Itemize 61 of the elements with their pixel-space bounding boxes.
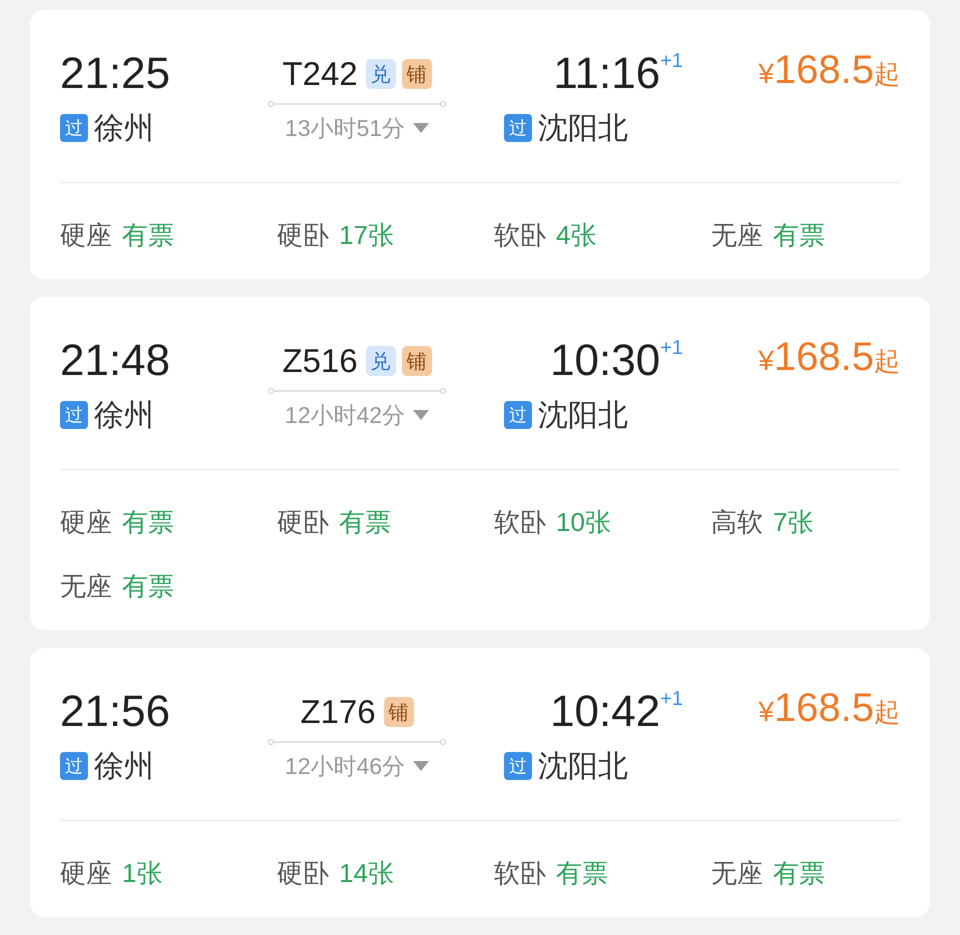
pass-through-tag: 过 bbox=[60, 114, 88, 142]
pass-through-tag: 过 bbox=[60, 401, 88, 429]
seat-class: 硬卧 bbox=[277, 506, 329, 539]
seat-availability: 17张 bbox=[339, 219, 394, 252]
arrival-station: 沈阳北 bbox=[538, 748, 628, 784]
seat-class: 无座 bbox=[711, 219, 763, 252]
departure-station: 徐州 bbox=[94, 748, 154, 784]
train-badge: 兑 bbox=[366, 346, 396, 376]
pass-through-tag: 过 bbox=[504, 401, 532, 429]
arrival-time: 11:16 bbox=[553, 48, 660, 100]
seat-availability: 有票 bbox=[773, 857, 825, 890]
seat-availability: 1张 bbox=[122, 857, 162, 890]
departure-station: 徐州 bbox=[94, 110, 154, 146]
seat-availability: 有票 bbox=[122, 506, 174, 539]
seat-availability: 有票 bbox=[339, 506, 391, 539]
train-badge: 铺 bbox=[384, 697, 414, 727]
caret-icon bbox=[413, 410, 430, 420]
seat-availability: 10张 bbox=[556, 506, 611, 539]
arrival-station: 沈阳北 bbox=[538, 110, 628, 146]
train-badge: 铺 bbox=[402, 59, 432, 89]
departure-time: 21:48 bbox=[60, 335, 172, 387]
seat-class: 硬卧 bbox=[277, 219, 329, 252]
price: ¥168.5起 bbox=[758, 335, 900, 381]
seat-availability: 有票 bbox=[122, 219, 174, 252]
seat-availability: 有票 bbox=[556, 857, 608, 890]
departure-station: 徐州 bbox=[94, 398, 154, 434]
departure-time: 21:25 bbox=[60, 48, 172, 100]
seat-class: 无座 bbox=[60, 570, 112, 603]
next-day-mark: +1 bbox=[660, 687, 683, 712]
caret-icon bbox=[413, 761, 430, 771]
seat-availability: 4张 bbox=[556, 219, 596, 252]
pass-through-tag: 过 bbox=[504, 114, 532, 142]
arrival-station: 沈阳北 bbox=[538, 398, 628, 434]
seat-class: 软卧 bbox=[494, 219, 546, 252]
train-number: T242 bbox=[282, 55, 358, 93]
pass-through-tag: 过 bbox=[504, 752, 532, 780]
train-badge: 兑 bbox=[366, 59, 396, 89]
seat-availability: 7张 bbox=[773, 506, 814, 539]
caret-icon bbox=[413, 123, 430, 133]
train-number: Z516 bbox=[282, 342, 358, 380]
seat-class: 软卧 bbox=[494, 857, 546, 890]
seat-class: 无座 bbox=[711, 857, 763, 890]
next-day-mark: +1 bbox=[660, 49, 683, 74]
price: ¥168.5起 bbox=[758, 48, 900, 94]
seat-class: 高软 bbox=[711, 506, 763, 539]
next-day-mark: +1 bbox=[660, 336, 683, 361]
seat-class: 硬座 bbox=[60, 219, 112, 252]
train-badge: 铺 bbox=[402, 346, 432, 376]
price: ¥168.5起 bbox=[758, 686, 900, 732]
departure-time: 21:56 bbox=[60, 686, 172, 738]
seat-availability: 有票 bbox=[773, 219, 825, 252]
seat-class: 硬座 bbox=[60, 857, 112, 890]
seat-class: 软卧 bbox=[494, 506, 546, 539]
arrival-time: 10:30 bbox=[550, 335, 660, 387]
seat-availability: 14张 bbox=[339, 857, 394, 890]
seat-availability: 有票 bbox=[122, 570, 174, 603]
seat-class: 硬座 bbox=[60, 506, 112, 539]
seat-class: 硬卧 bbox=[277, 857, 329, 890]
arrival-time: 10:42 bbox=[550, 686, 660, 738]
pass-through-tag: 过 bbox=[60, 752, 88, 780]
train-number: Z176 bbox=[300, 693, 376, 731]
